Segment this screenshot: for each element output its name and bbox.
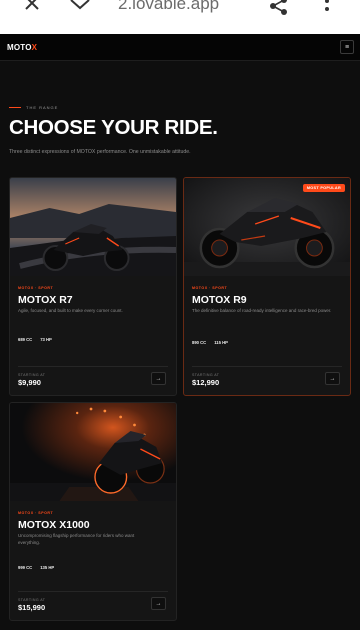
eyebrow-line [9, 107, 21, 108]
card-price: $9,990 [18, 378, 41, 387]
spec-displacement: 999 CC [18, 565, 33, 570]
starting-label: STARTING AT [18, 373, 46, 377]
card-title: MOTOX R7 [18, 294, 73, 306]
card-specs: 999 CC 135 HP [18, 565, 54, 570]
page-title: CHOOSE YOUR RIDE. [9, 116, 218, 139]
spec-power: 73 HP [40, 337, 52, 342]
card-price: $15,990 [18, 603, 46, 612]
spec-displacement: 890 CC [192, 340, 207, 345]
url-field[interactable]: 2.lovable.app [118, 0, 219, 14]
most-popular-badge: MOST POPULAR [302, 184, 345, 192]
motorcycle-image [10, 403, 176, 501]
section-eyebrow: THE RANGE [9, 105, 58, 110]
card-description: Agile, focused, and built to make every … [18, 308, 123, 313]
logo-accent: X [31, 43, 38, 52]
more-vertical-icon[interactable] [320, 0, 334, 14]
arrow-right-icon: → [155, 375, 162, 382]
card-category: MOTOX · SPORT [18, 286, 54, 290]
logo[interactable]: MOTOX [7, 43, 37, 52]
chevron-down-icon[interactable] [68, 0, 92, 14]
spec-displacement: 689 CC [18, 337, 33, 342]
card-divider [18, 591, 168, 592]
eyebrow-text: THE RANGE [26, 105, 59, 110]
motorcycle-image [10, 178, 176, 276]
close-icon[interactable] [22, 0, 42, 14]
motorcycle-image: MOST POPULAR [184, 178, 350, 276]
view-details-button[interactable]: → [325, 372, 340, 385]
card-description: Uncompromising flagship performance for … [18, 533, 135, 545]
page-subtitle: Three distinct expressions of MOTOX perf… [9, 149, 191, 155]
view-details-button[interactable]: → [151, 372, 166, 385]
card-specs: 689 CC 73 HP [18, 337, 52, 342]
card-description: The definitive balance of road-ready int… [192, 308, 332, 313]
starting-label: STARTING AT [18, 598, 46, 602]
card-category: MOTOX · SPORT [18, 511, 54, 515]
spec-power: 115 HP [214, 340, 228, 345]
starting-label: STARTING AT [192, 373, 220, 377]
card-title: MOTOX X1000 [18, 519, 90, 531]
product-card-r7[interactable]: MOTOX · SPORT MOTOX R7 Agile, focused, a… [9, 177, 177, 396]
arrow-right-icon: → [329, 375, 336, 382]
arrow-right-icon: → [155, 600, 162, 607]
card-price: $12,990 [192, 378, 220, 387]
share-icon[interactable] [268, 0, 290, 15]
browser-toolbar: 2.lovable.app [0, 0, 360, 34]
menu-button[interactable]: ≡ [340, 40, 354, 54]
site-header: MOTOX ≡ [0, 34, 360, 61]
product-card-r9[interactable]: MOST POPULAR MOTOX · SPORT MOTOX R9 The … [183, 177, 351, 396]
card-divider [192, 366, 342, 367]
menu-icon: ≡ [344, 43, 350, 51]
spec-power: 135 HP [40, 565, 55, 570]
logo-text: MOTO [7, 43, 32, 52]
card-divider [18, 366, 168, 367]
card-category: MOTOX · SPORT [192, 286, 228, 290]
product-card-x1000[interactable]: MOTOX · SPORT MOTOX X1000 Uncompromising… [9, 402, 177, 621]
view-details-button[interactable]: → [151, 597, 166, 610]
card-title: MOTOX R9 [192, 294, 247, 306]
card-specs: 890 CC 115 HP [192, 340, 228, 345]
